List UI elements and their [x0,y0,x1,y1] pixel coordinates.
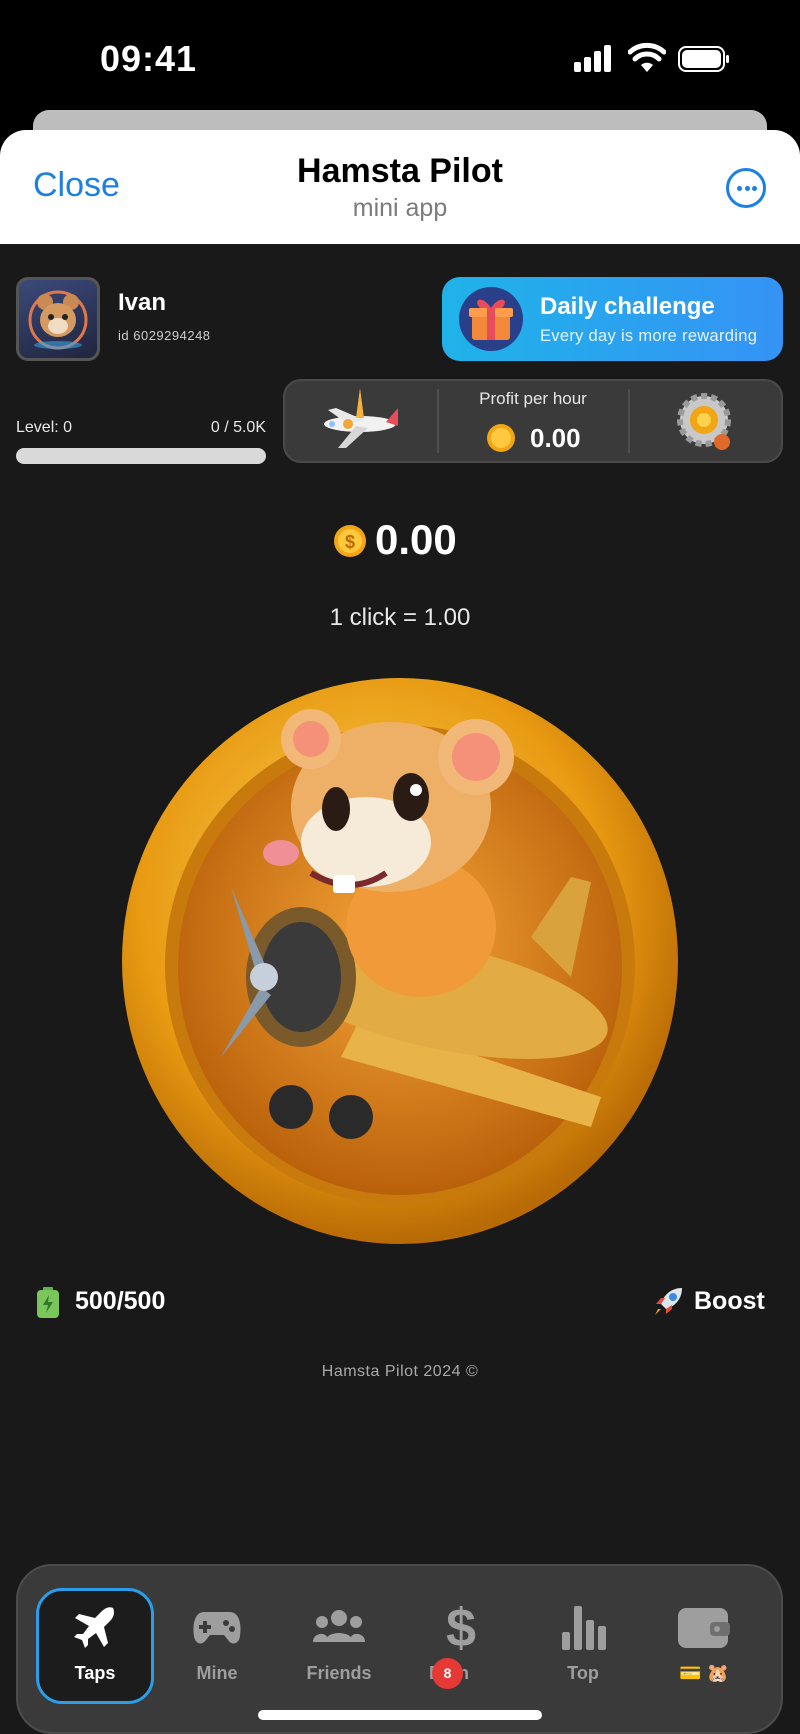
nav-earn[interactable]: $ Earn [402,1588,520,1704]
user-id: id 6029294248 [118,328,211,343]
profit-per-hour-value: 0.00 [530,423,581,453]
nav-label: Taps [74,1663,116,1683]
tap-coin-button[interactable] [121,677,679,1245]
boost-button[interactable]: Boost [652,1284,765,1320]
nav-label: Friends [306,1663,372,1683]
coin-icon [487,424,515,452]
svg-text:$: $ [446,1600,476,1652]
battery-energy-icon [37,1287,59,1318]
stats-divider [628,389,630,453]
dollar-coin-icon: $ [334,525,366,557]
airplane-icon [74,1607,114,1648]
wallet-icon [678,1608,730,1648]
nav-wallet[interactable]: 💳 🐹 [645,1588,763,1704]
more-options-button[interactable] [726,168,766,208]
nav-label: Top [567,1663,599,1683]
daily-challenge-subtitle: Every day is more rewarding [540,327,758,345]
nav-mine[interactable]: Mine [158,1588,276,1704]
hamster-avatar-icon [28,290,88,350]
dollar-icon: $ [446,1600,476,1652]
bar-chart-icon [562,1606,606,1650]
user-name: Ivan [118,289,167,316]
nav-label: 💳 🐹 [679,1663,729,1683]
signal-icon [574,44,614,72]
airplane-card-icon[interactable] [318,386,402,456]
energy-value: 500/500 [75,1287,166,1315]
nav-friends[interactable]: Friends [280,1588,398,1704]
settings-gear-icon[interactable] [674,390,734,454]
avatar[interactable] [16,277,100,361]
click-rate-text: 1 click = 1.00 [329,604,471,631]
gamepad-icon [193,1612,241,1644]
balance-value: 0.00 [375,516,457,563]
wifi-icon [628,42,666,72]
level-label: Level: 0 [16,419,73,436]
battery-icon [678,46,729,72]
home-indicator [258,1710,542,1720]
svg-text:$: $ [345,532,355,552]
level-progress-bar [16,448,266,464]
boost-label: Boost [694,1287,765,1315]
earn-badge: 8 [432,1658,463,1689]
users-icon [313,1610,365,1642]
gift-icon [459,287,523,351]
copyright-text: Hamsta Pilot 2024 © [321,1363,479,1380]
nav-label: Mine [196,1663,238,1683]
nav-taps[interactable]: Taps [36,1588,154,1704]
level-progress-text: 0 / 5.0K [210,419,266,436]
app-subtitle: mini app [352,194,448,222]
nav-top[interactable]: Top [524,1588,642,1704]
app-title: Hamsta Pilot [297,152,503,190]
status-time: 09:41 [100,38,198,79]
daily-challenge-title: Daily challenge [540,293,715,320]
profit-per-hour-label: Profit per hour [479,389,587,408]
rocket-icon [655,1288,682,1315]
